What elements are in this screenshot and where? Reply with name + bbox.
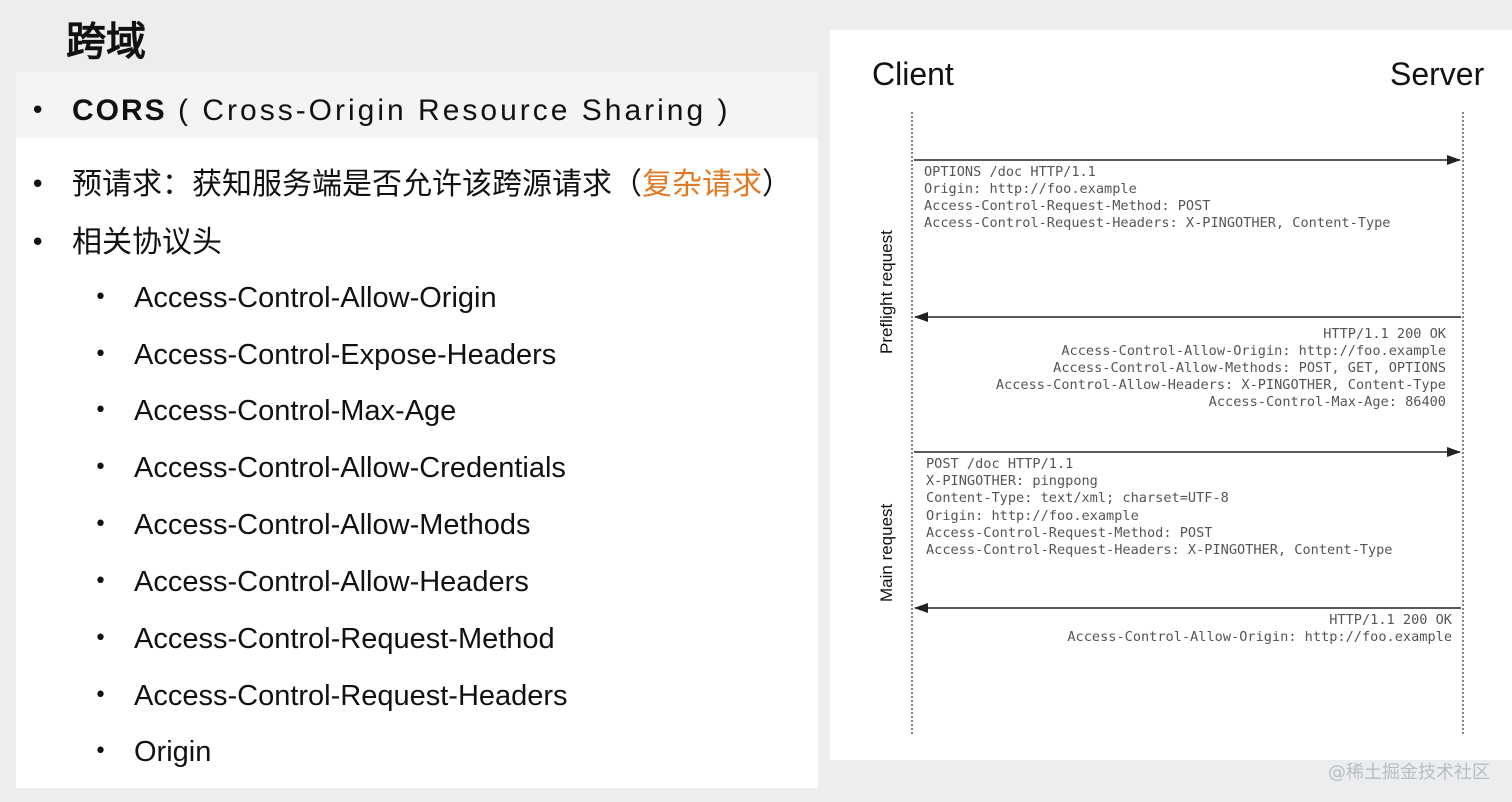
preflight-request-line: Access-Control-Request-Method: POST <box>924 198 1211 214</box>
main-response-line: Access-Control-Allow-Origin: http://foo.… <box>1067 629 1452 645</box>
preflight-request-line: Origin: http://foo.example <box>924 181 1137 197</box>
preflight-response-line: Access-Control-Allow-Methods: POST, GET,… <box>1053 360 1446 376</box>
main-response-line: HTTP/1.1 200 OK <box>1329 612 1452 628</box>
main-request-line: Access-Control-Request-Method: POST <box>926 525 1213 541</box>
preflight-response-line: Access-Control-Max-Age: 86400 <box>1208 394 1446 410</box>
preflight-response-line: HTTP/1.1 200 OK <box>1323 326 1446 342</box>
main-request-line: Access-Control-Request-Headers: X-PINGOT… <box>926 542 1393 558</box>
main-request-line: X-PINGOTHER: pingpong <box>926 473 1098 489</box>
main-request-line: Content-Type: text/xml; charset=UTF-8 <box>926 490 1229 506</box>
watermark: @稀土掘金技术社区 <box>1328 762 1490 783</box>
server-label: Server <box>1390 56 1485 92</box>
preflight-response-line: Access-Control-Allow-Origin: http://foo.… <box>1061 343 1446 359</box>
main-request-line: Origin: http://foo.example <box>926 508 1139 524</box>
preflight-request-line: OPTIONS /doc HTTP/1.1 <box>924 164 1096 180</box>
main-request-line: POST /doc HTTP/1.1 <box>926 456 1074 472</box>
preflight-request-line: Access-Control-Request-Headers: X-PINGOT… <box>924 215 1391 231</box>
preflight-response-line: Access-Control-Allow-Headers: X-PINGOTHE… <box>995 377 1446 393</box>
preflight-request-label: Preflight request <box>877 230 896 354</box>
main-request-label: Main request <box>877 503 896 602</box>
client-label: Client <box>872 56 954 92</box>
